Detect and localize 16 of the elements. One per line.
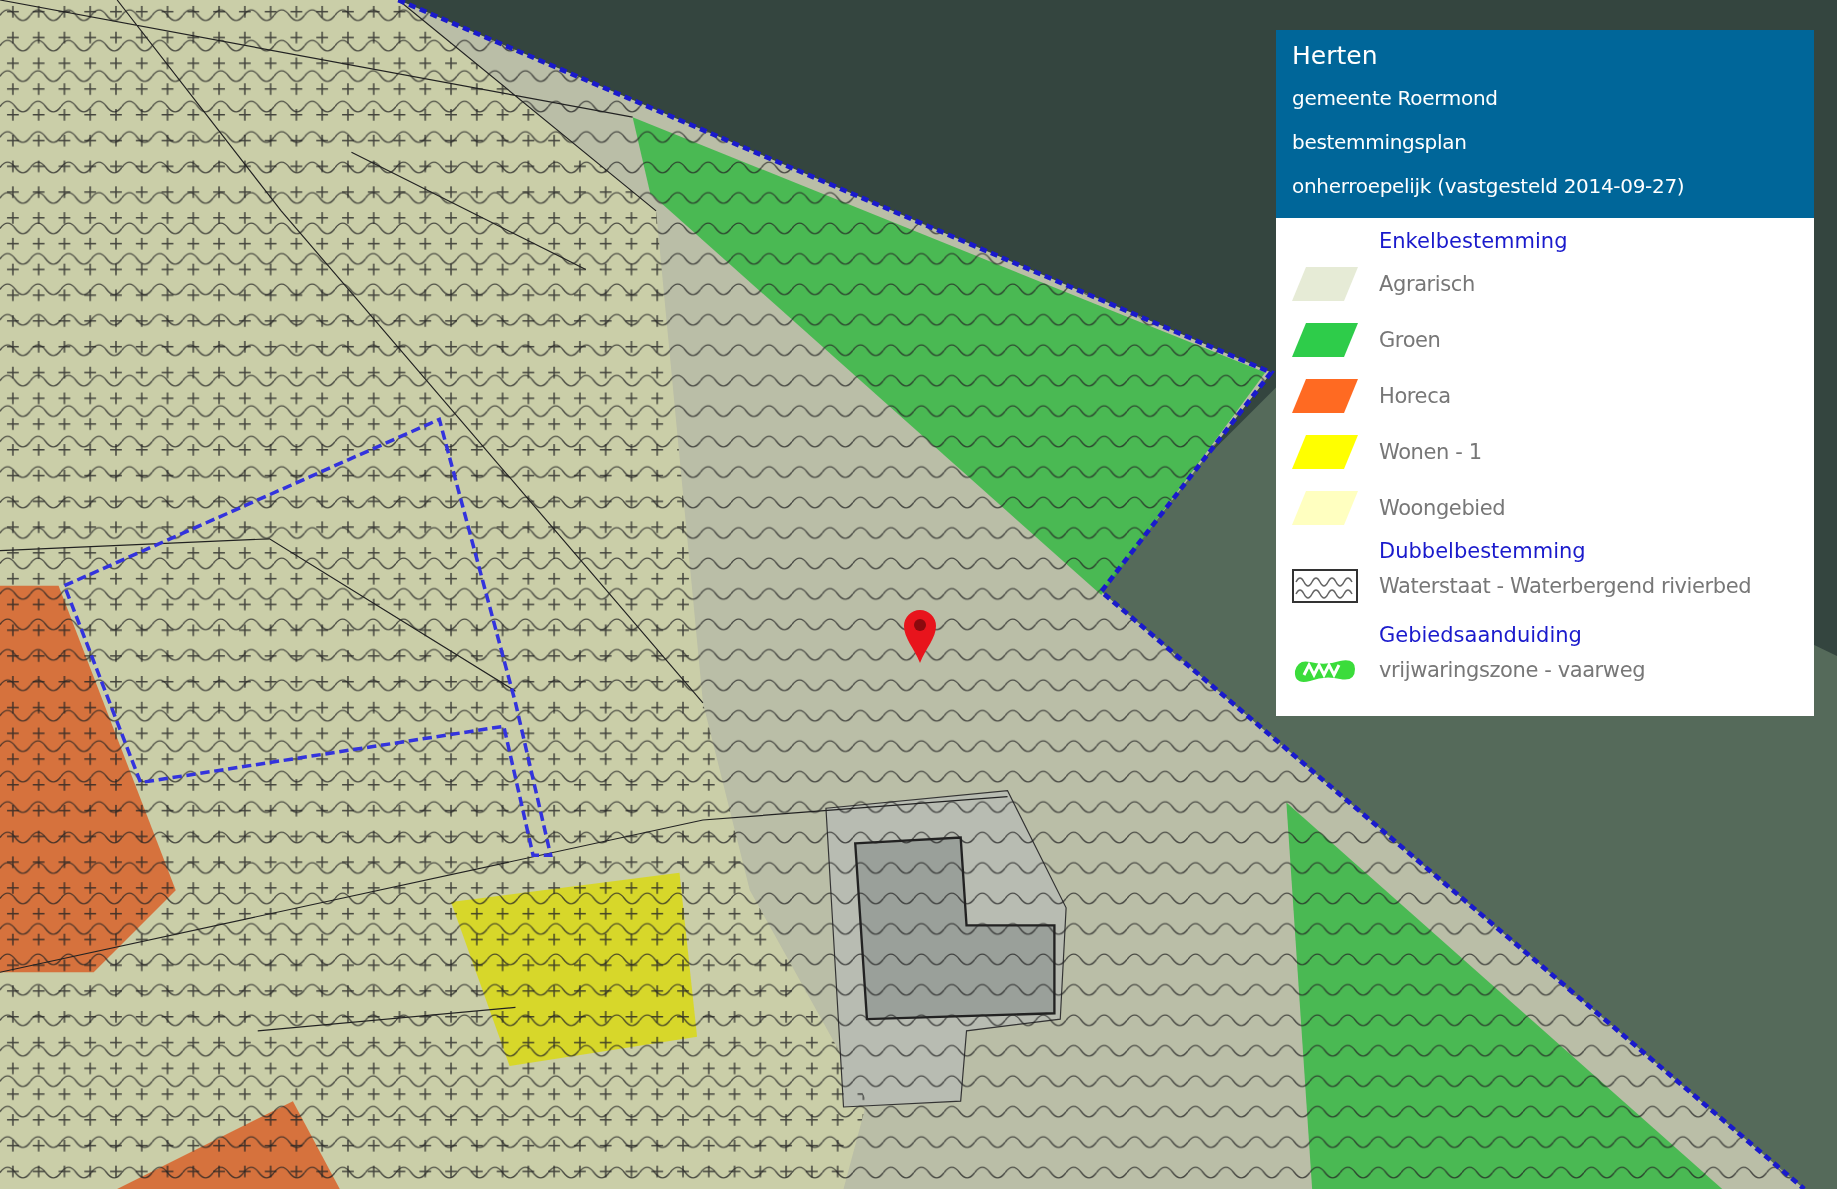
legend-label: Woongebied: [1379, 496, 1506, 520]
legend-heading: Enkelbestemming: [1378, 228, 1568, 255]
legend-heading: Dubbelbestemming: [1378, 538, 1586, 565]
plan-type-text: bestemmingsplan: [1292, 129, 1468, 156]
legend-label: vrijwaringszone - vaarweg: [1379, 658, 1646, 682]
municipality-text: gemeente Roermond: [1292, 85, 1499, 112]
legend-label: Agrarisch: [1379, 272, 1475, 296]
map-pin-icon[interactable]: [902, 608, 938, 664]
place-title: Herten: [1292, 40, 1379, 72]
plan-status-text: onherroepelijk (vastgesteld 2014-09-27): [1292, 173, 1686, 200]
legend-label: Groen: [1379, 328, 1441, 352]
wave-pattern-icon: [1292, 569, 1358, 603]
legend-heading: Gebiedsaanduiding: [1378, 622, 1582, 649]
legend-label: Horeca: [1379, 384, 1451, 408]
legend-label: Waterstaat - Waterbergend rivierbed: [1379, 574, 1752, 598]
legend-label: Wonen - 1: [1379, 440, 1482, 464]
